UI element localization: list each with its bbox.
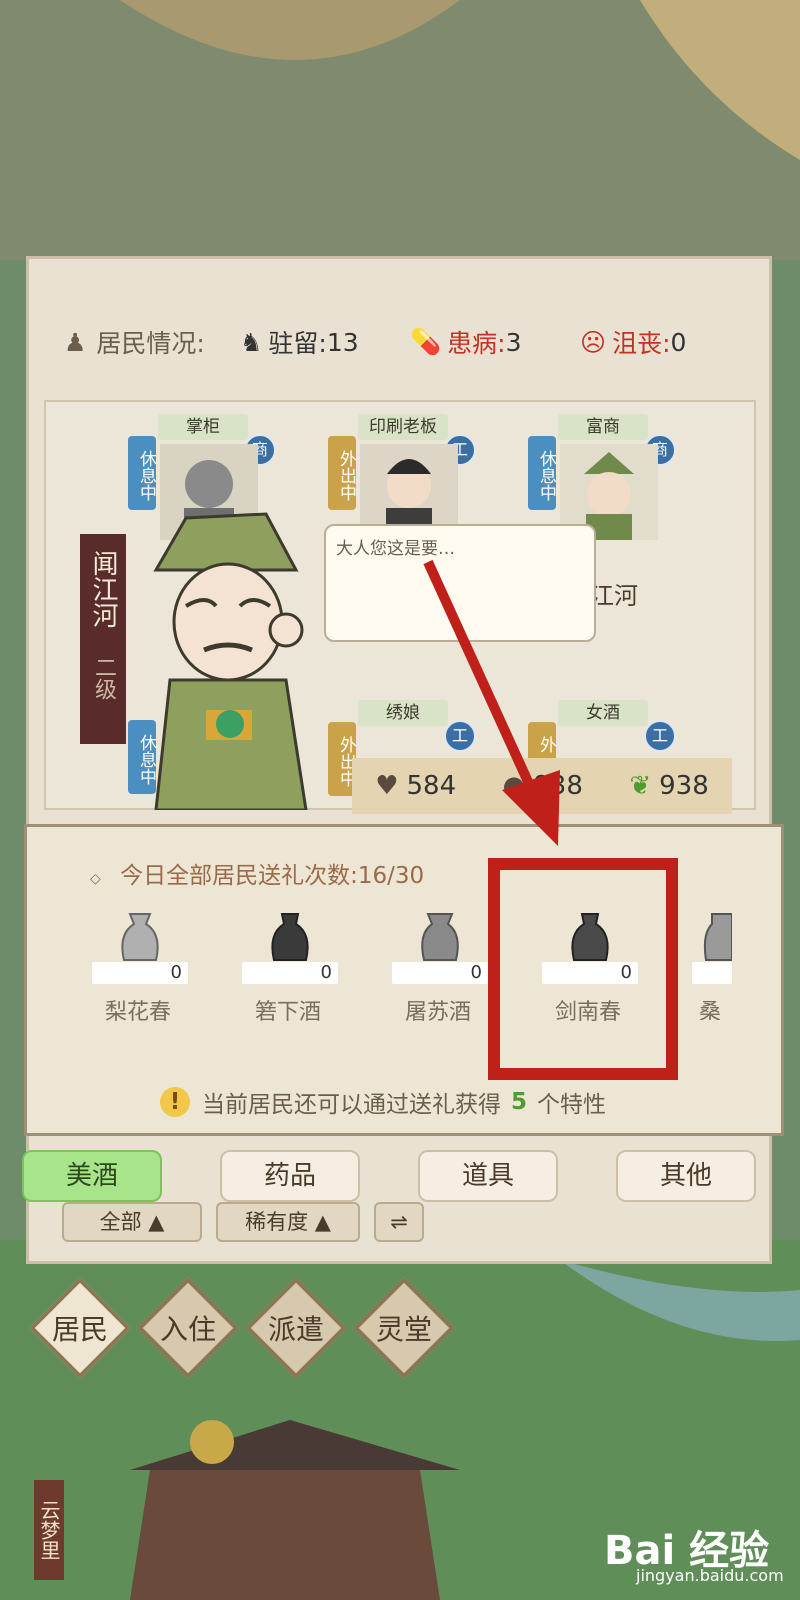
selected-resident-character xyxy=(153,512,308,810)
heart-icon: ♥ xyxy=(375,771,399,801)
hint-suffix: 个特性 xyxy=(537,1092,607,1118)
location-sign: 云梦里 xyxy=(34,1480,64,1580)
arrow-annotation-icon xyxy=(423,559,560,846)
wine-jar-icon xyxy=(271,913,309,961)
stay-value: 13 xyxy=(326,327,359,357)
selected-resident-nameplate: 闻江河 二级 xyxy=(80,534,126,744)
item-quantity xyxy=(692,962,732,984)
watermark-url: jingyan.baidu.com xyxy=(636,1566,784,1585)
person-icon: ♟ xyxy=(64,327,87,357)
warning-icon: ! xyxy=(160,1087,190,1117)
trait-hint: ! 当前居民还可以通过送礼获得 5 个特性 xyxy=(160,1085,606,1119)
gift-count-label: ◇ 今日全部居民送礼次数:16/30 xyxy=(90,856,424,890)
hint-count: 5 xyxy=(511,1089,528,1115)
item-name: 屠苏酒 xyxy=(404,1000,471,1025)
resident-status-tag: 休息中 xyxy=(128,436,156,510)
gift-count-text: 今日全部居民送礼次数:16/30 xyxy=(120,863,425,889)
stay-label: 驻留: xyxy=(268,329,327,358)
depressed-value: 0 xyxy=(670,327,687,357)
horse-icon: ♞ xyxy=(240,327,263,357)
gift-item[interactable]: 桑 xyxy=(688,910,732,1020)
gift-item[interactable]: 0 箬下酒 xyxy=(238,910,358,1025)
sick-label: 患病: xyxy=(447,329,506,358)
leaf-icon: ❦ xyxy=(629,771,652,801)
hint-prefix: 当前居民还可以通过送礼获得 xyxy=(202,1092,501,1118)
sick-value: 3 xyxy=(505,327,522,357)
leaf-value: 938 xyxy=(659,771,709,801)
sad-face-icon: ☹ xyxy=(580,327,607,357)
tab-other[interactable]: 其他 xyxy=(616,1150,756,1202)
gift-item[interactable]: 0 梨花春 xyxy=(88,910,208,1025)
nav-shrine[interactable]: 灵堂 xyxy=(353,1277,455,1382)
tab-wine[interactable]: 美酒 xyxy=(22,1150,162,1202)
item-name: 箬下酒 xyxy=(254,1000,321,1025)
depressed-label: 沮丧: xyxy=(612,329,671,358)
wine-jar-icon xyxy=(421,913,459,961)
nav-residents[interactable]: 居民 xyxy=(29,1277,131,1382)
resident-name: 印刷老板 xyxy=(358,414,448,440)
stay-count: ♞ 驻留: 13 xyxy=(240,324,410,360)
resident-name: 掌柜 xyxy=(158,414,248,440)
highlight-box xyxy=(488,858,678,1080)
sick-count: 💊 患病: 3 xyxy=(410,324,580,360)
pill-icon: 💊 xyxy=(410,327,442,356)
resident-status-tag: 休息中 xyxy=(528,436,556,510)
item-name: 梨花春 xyxy=(104,1000,171,1025)
diamond-bullet-icon: ◇ xyxy=(90,871,101,887)
nav-label: 派遣 xyxy=(267,1313,324,1346)
item-quantity: 0 xyxy=(242,962,338,984)
resident-label: 江河 xyxy=(590,582,638,610)
nav-dispatch[interactable]: 派遣 xyxy=(245,1277,347,1382)
item-quantity: 0 xyxy=(392,962,488,984)
status-label: 居民情况: xyxy=(96,329,205,358)
nav-move-in[interactable]: 入住 xyxy=(137,1277,239,1382)
resident-status-bar: ♟ 居民情况: ♞ 驻留: 13 💊 患病: 3 ☹ 沮丧: 0 xyxy=(40,310,758,374)
nav-label: 灵堂 xyxy=(375,1313,432,1346)
item-name: 桑 xyxy=(698,1000,721,1020)
wine-jar-icon xyxy=(703,913,732,961)
status-summary: ♟ 居民情况: xyxy=(40,324,240,360)
sort-rarity-dropdown[interactable]: 稀有度 ▲ xyxy=(216,1202,360,1242)
item-quantity: 0 xyxy=(92,962,188,984)
resident-status-tag: 外出中 xyxy=(328,436,356,510)
selected-resident-name: 闻江河 xyxy=(88,550,118,628)
filter-all-dropdown[interactable]: 全部 ▲ xyxy=(62,1202,202,1242)
tab-props[interactable]: 道具 xyxy=(418,1150,558,1202)
resident-name: 富商 xyxy=(558,414,648,440)
wine-jar-icon xyxy=(121,913,159,961)
leaf-resource: ❦ 938 xyxy=(629,771,708,801)
tab-medicine[interactable]: 药品 xyxy=(220,1150,360,1202)
worker-badge: 工 xyxy=(644,720,676,752)
sort-order-button[interactable]: ⇌ xyxy=(374,1202,424,1242)
nav-label: 居民 xyxy=(51,1313,108,1346)
depressed-count: ☹ 沮丧: 0 xyxy=(580,324,750,360)
nav-label: 入住 xyxy=(159,1313,216,1346)
selected-resident-level: 二级 xyxy=(91,656,116,700)
